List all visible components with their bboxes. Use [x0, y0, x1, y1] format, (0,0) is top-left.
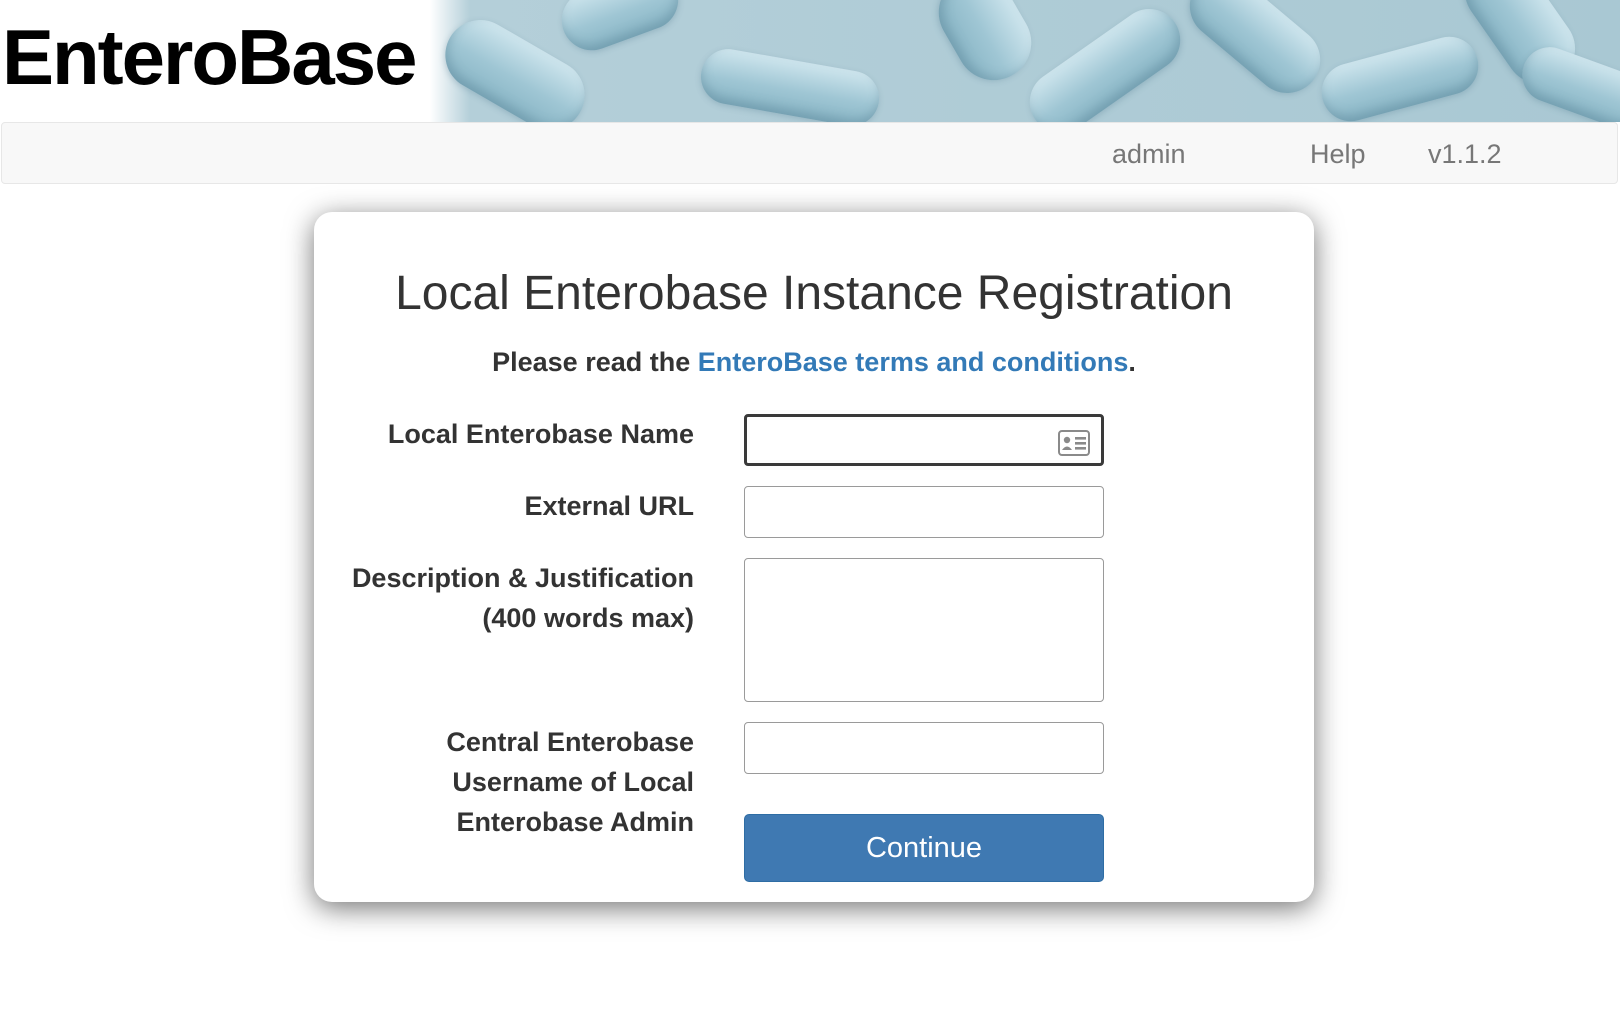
- description-label: Description & Justification (400 words m…: [352, 558, 694, 638]
- admin-username-label: Central Enterobase Username of Local Ent…: [446, 722, 694, 842]
- banner-bacteria-image: [696, 44, 884, 122]
- description-textarea[interactable]: [744, 558, 1104, 702]
- admin-username-label-line3: Enterobase Admin: [456, 807, 694, 837]
- name-label: Local Enterobase Name: [387, 419, 694, 449]
- terms-link[interactable]: EnteroBase terms and conditions: [698, 347, 1129, 377]
- contact-card-icon[interactable]: [1058, 430, 1090, 456]
- nav-help-link[interactable]: Help: [1310, 139, 1366, 170]
- banner-bacteria-image: [1315, 30, 1485, 122]
- terms-prefix: Please read the: [492, 347, 698, 377]
- description-label-line2: (400 words max): [482, 603, 694, 633]
- top-navbar: admin Help v1.1.2: [1, 122, 1618, 184]
- local-enterobase-name-input[interactable]: [744, 414, 1104, 466]
- site-logo[interactable]: EnteroBase: [2, 18, 417, 96]
- external-url-input[interactable]: [744, 486, 1104, 538]
- site-banner: EnteroBase: [0, 0, 1620, 122]
- page-title: Local Enterobase Instance Registration: [395, 267, 1233, 320]
- external-url-label: External URL: [524, 491, 694, 521]
- terms-suffix: .: [1128, 347, 1136, 377]
- banner-bacteria-image: [1017, 0, 1193, 122]
- banner-bacteria-image: [925, 0, 1045, 94]
- admin-username-label-line1: Central Enterobase: [446, 727, 694, 757]
- nav-version-link[interactable]: v1.1.2: [1428, 139, 1502, 170]
- banner-bacteria-image: [1176, 0, 1334, 107]
- terms-notice: Please read the EnteroBase terms and con…: [314, 347, 1314, 378]
- registration-card: Local Enterobase Instance Registration P…: [314, 212, 1314, 902]
- admin-username-input[interactable]: [744, 722, 1104, 774]
- description-label-line1: Description & Justification: [351, 563, 694, 593]
- banner-bacteria-image: [553, 0, 687, 59]
- admin-username-label-line2: Username of Local: [452, 767, 694, 797]
- nav-admin-link[interactable]: admin: [1112, 139, 1186, 170]
- continue-button[interactable]: Continue: [744, 814, 1104, 882]
